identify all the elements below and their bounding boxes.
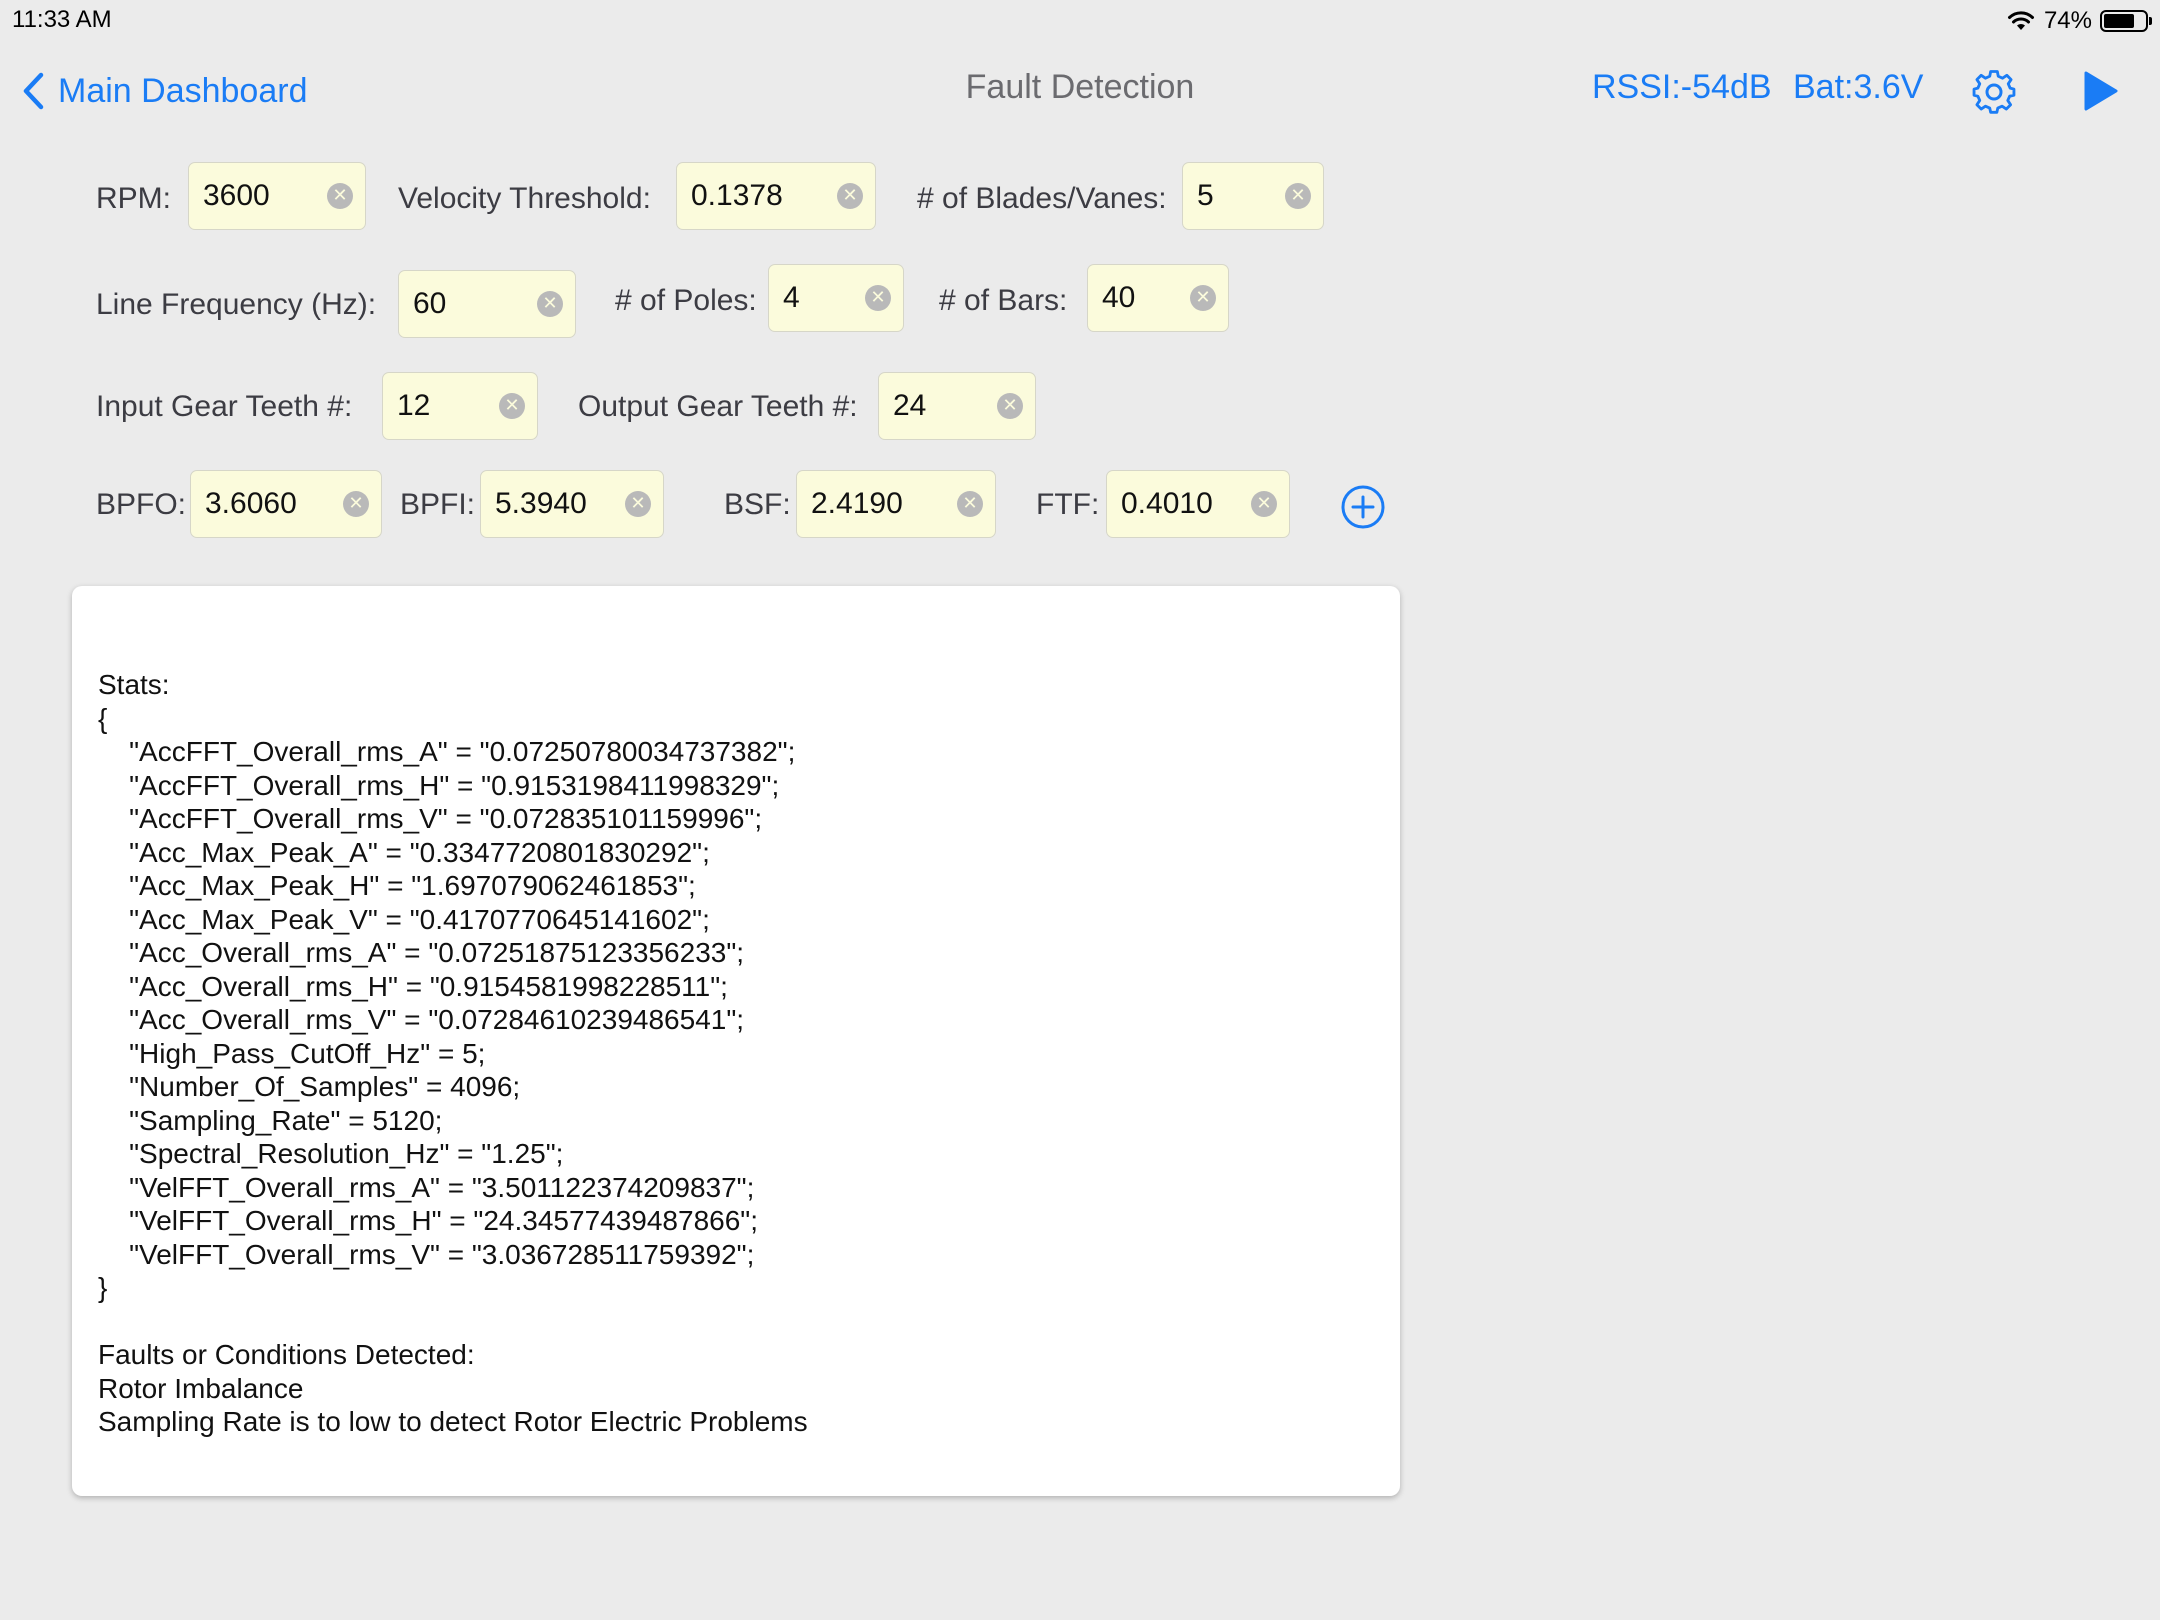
input-gear-label: Input Gear Teeth #: xyxy=(96,390,353,423)
rssi-readout: RSSI:-54dB xyxy=(1592,68,1772,106)
velocity-threshold-value: 0.1378 xyxy=(691,179,783,212)
results-line: "Sampling_Rate" = 5120; xyxy=(98,1104,443,1136)
battery-voltage-readout: Bat:3.6V xyxy=(1793,68,1924,106)
poles-field[interactable]: 4 ✕ xyxy=(768,264,904,332)
line-frequency-field[interactable]: 60 ✕ xyxy=(398,270,576,338)
line-frequency-label: Line Frequency (Hz): xyxy=(96,288,377,321)
rpm-value: 3600 xyxy=(203,179,270,212)
results-line: "AccFFT_Overall_rms_A" = "0.072507800347… xyxy=(98,736,796,767)
bars-value: 40 xyxy=(1102,281,1136,314)
bsf-value: 2.4190 xyxy=(811,487,903,520)
wifi-icon xyxy=(2007,11,2034,30)
battery-icon xyxy=(2100,10,2152,32)
bpfo-value: 3.6060 xyxy=(205,487,297,520)
input-gear-field[interactable]: 12 ✕ xyxy=(382,372,538,440)
results-line: "Acc_Overall_rms_V" = "0.072846102394865… xyxy=(98,1004,745,1035)
results-text: Stats:{ "AccFFT_Overall_rms_A" = "0.0725… xyxy=(98,668,1374,1439)
blades-field[interactable]: 5 ✕ xyxy=(1182,162,1324,230)
ftf-label: FTF: xyxy=(1036,488,1100,521)
bsf-field[interactable]: 2.4190 ✕ xyxy=(796,470,996,538)
blades-label: # of Blades/Vanes: xyxy=(917,182,1167,215)
poles-label: # of Poles: xyxy=(615,284,757,317)
clear-x-icon[interactable]: ✕ xyxy=(957,491,983,517)
chevron-left-icon xyxy=(23,72,44,110)
results-line: "Number_Of_Samples" = 4096; xyxy=(98,1071,521,1102)
results-line: Faults or Conditions Detected: xyxy=(98,1339,475,1370)
results-line: "High_Pass_CutOff_Hz" = 5; xyxy=(98,1037,486,1069)
results-line: "Acc_Max_Peak_V" = "0.4170770645141602"; xyxy=(98,903,710,935)
status-time: 11:33 AM xyxy=(12,6,112,33)
velocity-threshold-label: Velocity Threshold: xyxy=(398,182,651,215)
output-gear-value: 24 xyxy=(893,389,927,422)
results-line: Rotor Imbalance xyxy=(98,1372,304,1404)
ftf-value: 0.4010 xyxy=(1121,487,1213,520)
rpm-field[interactable]: 3600 ✕ xyxy=(188,162,366,230)
results-line: "AccFFT_Overall_rms_V" = "0.072835101159… xyxy=(98,803,763,834)
clear-x-icon[interactable]: ✕ xyxy=(1190,285,1216,311)
bpfo-field[interactable]: 3.6060 ✕ xyxy=(190,470,382,538)
clear-x-icon[interactable]: ✕ xyxy=(343,491,369,517)
play-icon[interactable] xyxy=(2082,70,2120,112)
bpfi-value: 5.3940 xyxy=(495,487,587,520)
results-line: "VelFFT_Overall_rms_V" = "3.036728511759… xyxy=(98,1238,755,1270)
results-line: "Acc_Max_Peak_A" = "0.3347720801830292"; xyxy=(98,836,710,868)
clear-x-icon[interactable]: ✕ xyxy=(865,285,891,311)
results-line: "AccFFT_Overall_rms_H" = "0.915319841199… xyxy=(98,769,780,801)
ftf-field[interactable]: 0.4010 ✕ xyxy=(1106,470,1290,538)
results-line: } xyxy=(98,1272,108,1303)
bpfi-field[interactable]: 5.3940 ✕ xyxy=(480,470,664,538)
bpfo-label: BPFO: xyxy=(96,488,187,521)
clear-x-icon[interactable]: ✕ xyxy=(1285,183,1311,209)
bsf-label: BSF: xyxy=(724,488,791,521)
line-frequency-value: 60 xyxy=(413,287,447,320)
clear-x-icon[interactable]: ✕ xyxy=(837,183,863,209)
battery-percent: 74% xyxy=(2043,7,2092,34)
results-line: "Acc_Overall_rms_H" = "0.915458199822851… xyxy=(98,970,728,1002)
plus-circle-icon[interactable] xyxy=(1340,484,1386,530)
clear-x-icon[interactable]: ✕ xyxy=(327,183,353,209)
velocity-threshold-field[interactable]: 0.1378 ✕ xyxy=(676,162,876,230)
clear-x-icon[interactable]: ✕ xyxy=(625,491,651,517)
rpm-label: RPM: xyxy=(96,182,171,215)
results-text-view[interactable]: Stats:{ "AccFFT_Overall_rms_A" = "0.0725… xyxy=(72,586,1400,1496)
clear-x-icon[interactable]: ✕ xyxy=(1251,491,1277,517)
gear-icon[interactable] xyxy=(1970,68,2018,116)
clear-x-icon[interactable]: ✕ xyxy=(499,393,525,419)
results-line: "Acc_Max_Peak_H" = "1.697079062461853"; xyxy=(98,870,696,901)
input-gear-value: 12 xyxy=(397,389,431,422)
page-title: Fault Detection xyxy=(965,68,1195,106)
results-line: "VelFFT_Overall_rms_H" = "24.34577439487… xyxy=(98,1205,759,1236)
results-line xyxy=(98,1305,1374,1339)
results-line: { xyxy=(98,702,108,734)
back-button[interactable]: Main Dashboard xyxy=(22,66,307,116)
results-line: Stats: xyxy=(98,669,170,700)
results-line: "VelFFT_Overall_rms_A" = "3.501122374209… xyxy=(98,1171,755,1203)
bpfi-label: BPFI: xyxy=(400,488,476,521)
back-button-label: Main Dashboard xyxy=(58,71,308,110)
bars-field[interactable]: 40 ✕ xyxy=(1087,264,1229,332)
status-indicators: 74% xyxy=(2006,6,2152,36)
output-gear-label: Output Gear Teeth #: xyxy=(578,390,858,423)
bars-label: # of Bars: xyxy=(939,284,1068,317)
results-line: "Spectral_Resolution_Hz" = "1.25"; xyxy=(98,1138,564,1169)
results-line: Sampling Rate is to low to detect Rotor … xyxy=(98,1406,808,1437)
clear-x-icon[interactable]: ✕ xyxy=(997,393,1023,419)
blades-value: 5 xyxy=(1197,179,1214,212)
output-gear-field[interactable]: 24 ✕ xyxy=(878,372,1036,440)
results-line: "Acc_Overall_rms_A" = "0.072518751233562… xyxy=(98,937,745,968)
clear-x-icon[interactable]: ✕ xyxy=(537,291,563,317)
poles-value: 4 xyxy=(783,281,800,314)
